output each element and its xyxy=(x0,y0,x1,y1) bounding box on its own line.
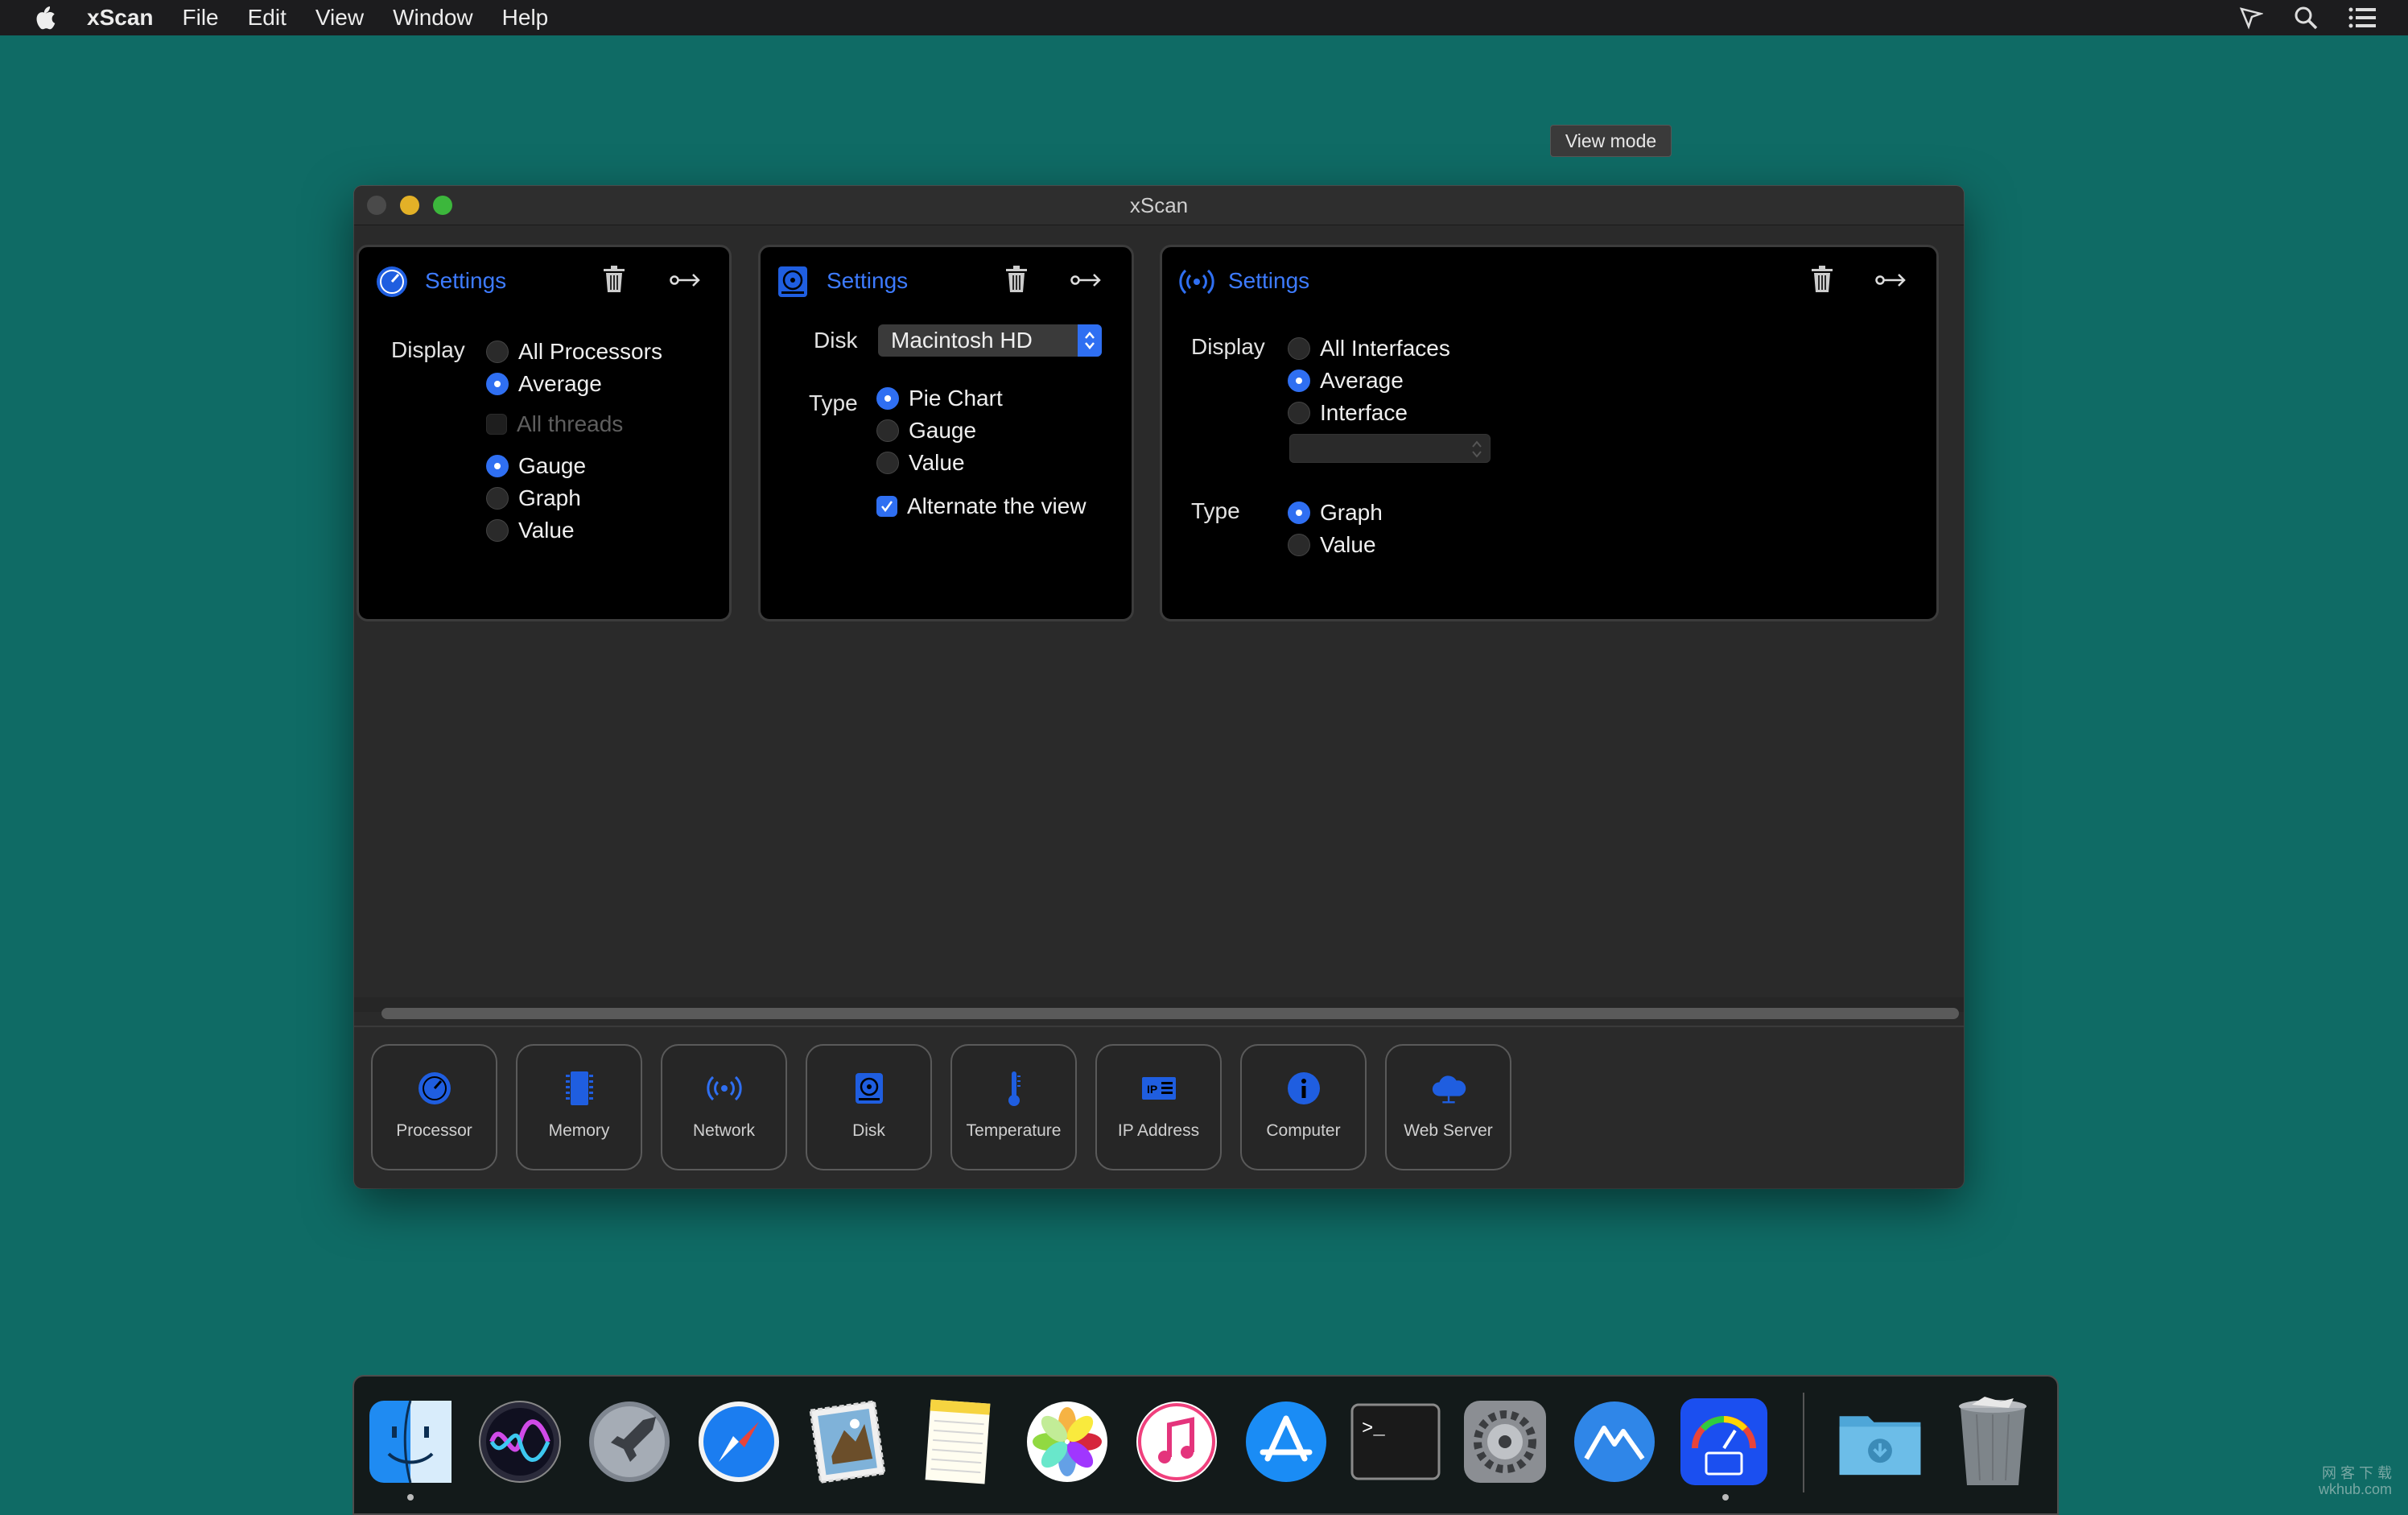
all-threads-checkbox: All threads xyxy=(486,411,623,437)
dock-mountain-app-icon[interactable] xyxy=(1569,1394,1660,1489)
module-computer-button[interactable]: Computer xyxy=(1240,1044,1367,1170)
disk-settings-panel: Settings Disk Macintosh HD Type Pie Char… xyxy=(758,245,1134,621)
dock-launchpad-icon[interactable] xyxy=(584,1394,674,1489)
module-processor-button[interactable]: Processor xyxy=(371,1044,497,1170)
divider xyxy=(354,1026,1964,1027)
processor-settings-panel: Settings Display All Processors Average … xyxy=(357,245,732,621)
thermometer-icon xyxy=(996,1070,1033,1107)
ip-card-icon: IP xyxy=(1140,1070,1177,1107)
disk-view-mode-icon[interactable] xyxy=(1070,271,1106,292)
network-view-mode-icon[interactable] xyxy=(1875,271,1911,292)
dock-downloads-folder-icon[interactable] xyxy=(1835,1394,1925,1489)
disk-icon xyxy=(851,1070,888,1107)
window-minimize-button[interactable] xyxy=(400,196,419,215)
processor-view-mode-icon[interactable] xyxy=(670,271,705,292)
spotlight-search-icon[interactable] xyxy=(2294,6,2318,30)
dock-separator xyxy=(1803,1393,1804,1492)
window-title: xScan xyxy=(1129,192,1189,217)
interface-radio[interactable]: Interface xyxy=(1288,400,1408,426)
module-disk-button[interactable]: Disk xyxy=(806,1044,932,1170)
disk-gauge-radio[interactable]: Gauge xyxy=(876,418,976,444)
dock-safari-icon[interactable] xyxy=(694,1394,784,1489)
xscan-running-indicator xyxy=(1722,1494,1729,1501)
dock-finder-icon[interactable] xyxy=(365,1394,456,1489)
dock-notes-icon[interactable] xyxy=(913,1394,1003,1489)
network-type-label: Type xyxy=(1191,498,1240,523)
processor-panel-title: Settings xyxy=(425,268,507,293)
dock-system-preferences-icon[interactable] xyxy=(1460,1394,1550,1489)
chevron-updown-icon xyxy=(1078,324,1102,357)
average-radio[interactable]: Average xyxy=(486,371,602,397)
processor-display-label: Display xyxy=(391,337,465,362)
all-processors-radio[interactable]: All Processors xyxy=(486,339,662,365)
info-icon xyxy=(1285,1070,1322,1107)
disk-trash-icon[interactable] xyxy=(1004,265,1033,297)
xscan-window: xScan Settings Display All Processors Av… xyxy=(354,186,1964,1188)
cursor-status-icon[interactable] xyxy=(2239,6,2263,30)
disk-label: Disk xyxy=(814,328,858,353)
notification-center-icon[interactable] xyxy=(2348,6,2376,29)
processor-gauge-icon xyxy=(375,265,409,299)
dock-mail-icon[interactable] xyxy=(803,1394,893,1489)
gauge-icon xyxy=(416,1070,453,1107)
view-mode-tooltip: View mode xyxy=(1550,125,1672,157)
menu-edit[interactable]: Edit xyxy=(248,5,287,31)
disk-type-label: Type xyxy=(809,390,858,415)
interface-select xyxy=(1289,434,1491,463)
network-graph-radio[interactable]: Graph xyxy=(1288,500,1383,526)
menu-app-name[interactable]: xScan xyxy=(87,5,154,31)
dock-trash-icon[interactable] xyxy=(1948,1394,2038,1489)
chevron-updown-icon xyxy=(1469,436,1485,462)
svg-text:>_: >_ xyxy=(1362,1418,1385,1440)
dock: >_ xyxy=(353,1375,2059,1515)
all-interfaces-radio[interactable]: All Interfaces xyxy=(1288,336,1450,361)
window-titlebar[interactable]: xScan xyxy=(354,186,1964,225)
pie-chart-radio[interactable]: Pie Chart xyxy=(876,386,1003,411)
dock-terminal-icon[interactable]: >_ xyxy=(1350,1394,1441,1489)
menu-help[interactable]: Help xyxy=(502,5,549,31)
disk-value-radio[interactable]: Value xyxy=(876,450,965,476)
module-network-button[interactable]: Network xyxy=(661,1044,787,1170)
menu-bar: xScan File Edit View Window Help xyxy=(0,0,2408,35)
network-average-radio[interactable]: Average xyxy=(1288,368,1404,394)
network-panel-title: Settings xyxy=(1228,268,1310,293)
disk-select[interactable]: Macintosh HD xyxy=(878,324,1102,357)
module-web-server-button[interactable]: Web Server xyxy=(1385,1044,1511,1170)
network-trash-icon[interactable] xyxy=(1810,265,1839,297)
menu-window[interactable]: Window xyxy=(393,5,473,31)
dock-app-store-icon[interactable] xyxy=(1241,1394,1331,1489)
window-zoom-button[interactable] xyxy=(433,196,452,215)
processor-trash-icon[interactable] xyxy=(602,265,631,297)
apple-menu-icon[interactable] xyxy=(31,3,58,32)
disk-panel-title: Settings xyxy=(827,268,909,293)
value-view-radio[interactable]: Value xyxy=(486,518,575,543)
menu-file[interactable]: File xyxy=(183,5,219,31)
dock-xscan-icon[interactable] xyxy=(1679,1394,1769,1489)
disk-panel-icon xyxy=(777,265,810,299)
memory-chip-icon xyxy=(561,1070,598,1107)
dock-photos-icon[interactable] xyxy=(1022,1394,1112,1489)
graph-view-radio[interactable]: Graph xyxy=(486,485,581,511)
network-settings-panel: Settings Display All Interfaces Average … xyxy=(1160,245,1939,621)
svg-text:IP: IP xyxy=(1147,1083,1157,1096)
finder-running-indicator xyxy=(407,1494,414,1501)
dock-itunes-icon[interactable] xyxy=(1132,1394,1222,1489)
cloud-icon xyxy=(1430,1070,1467,1107)
watermark: 网 客 下 载 wkhub.com xyxy=(2318,1465,2392,1497)
menu-view[interactable]: View xyxy=(315,5,364,31)
dock-siri-icon[interactable] xyxy=(475,1394,565,1489)
disk-select-value: Macintosh HD xyxy=(891,328,1033,353)
network-display-label: Display xyxy=(1191,334,1265,359)
window-close-button[interactable] xyxy=(367,196,386,215)
horizontal-scroll-thumb[interactable] xyxy=(381,1008,1959,1019)
network-value-radio[interactable]: Value xyxy=(1288,532,1376,558)
network-antenna-icon xyxy=(1178,265,1217,299)
module-temperature-button[interactable]: Temperature xyxy=(950,1044,1077,1170)
antenna-icon xyxy=(706,1070,743,1107)
module-ip-address-button[interactable]: IP IP Address xyxy=(1095,1044,1222,1170)
alternate-view-checkbox[interactable]: Alternate the view xyxy=(876,493,1086,519)
module-memory-button[interactable]: Memory xyxy=(516,1044,642,1170)
gauge-view-radio[interactable]: Gauge xyxy=(486,453,586,479)
